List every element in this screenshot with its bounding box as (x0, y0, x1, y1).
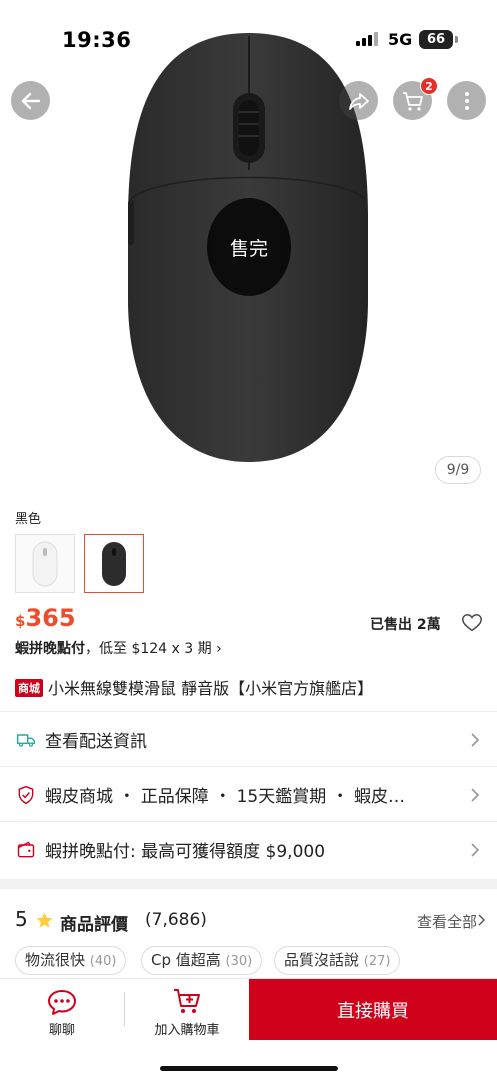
add-to-cart-label: 加入購物車 (154, 1023, 220, 1038)
add-to-cart-icon (174, 989, 200, 1013)
chevron-right-icon (471, 787, 480, 802)
sold-out-badge: 售完 (207, 198, 291, 296)
cart-button[interactable]: 2 (393, 77, 438, 120)
review-tag-count: (30) (225, 954, 253, 969)
battery-icon: 66 (419, 30, 453, 49)
black-mouse-thumb (102, 541, 126, 586)
status-time: 19:36 (62, 28, 132, 52)
chevron-right-icon (471, 732, 480, 747)
variant-option-black[interactable] (84, 534, 144, 593)
section-divider (0, 879, 497, 889)
back-arrow-icon (21, 92, 40, 109)
star-icon (36, 912, 53, 928)
variant-label: 黑色 (15, 512, 42, 527)
price-currency: $ (15, 612, 26, 630)
share-button[interactable] (339, 81, 378, 120)
review-tag-count: (27) (363, 954, 391, 969)
installment-link[interactable]: 蝦拼晚點付，低至 $124 x 3 期 › (15, 638, 222, 658)
review-tag-label: 品質沒話說 (284, 951, 360, 969)
chat-icon (48, 990, 76, 1015)
paylater-info-text: 蝦拼晚點付: 最高可獲得額度 $9,000 (45, 842, 326, 862)
home-indicator (160, 1066, 338, 1071)
price-amount: 365 (25, 604, 76, 632)
guarantee-info-text: 蝦皮商城 ・ 正品保障 ・ 15天鑑賞期 ・ 蝦皮… (45, 787, 406, 807)
battery-cap (455, 36, 458, 43)
rating-title: 商品評價 (60, 915, 128, 935)
shipping-info-row[interactable]: 查看配送資訊 (0, 711, 497, 767)
product-title-row: 商城 小米無線雙模滑鼠 靜音版【小米官方旗艦店】 (15, 675, 485, 699)
heart-icon[interactable] (461, 612, 483, 634)
back-button[interactable] (11, 81, 50, 120)
cart-count-badge: 2 (420, 77, 438, 95)
network-label: 5G (388, 30, 413, 49)
rating-count: (7,686) (145, 910, 207, 930)
add-to-cart-button[interactable]: 加入購物車 (125, 979, 249, 1041)
cart-icon (402, 91, 423, 111)
variant-option-white[interactable] (15, 534, 75, 593)
review-tag[interactable]: Cp 值超高 (30) (141, 946, 263, 975)
buy-now-button[interactable]: 直接購買 (249, 979, 497, 1040)
image-counter: 9/9 (435, 456, 481, 484)
product-title: 小米無線雙模滑鼠 靜音版【小米官方旗艦店】 (48, 679, 374, 698)
truck-icon (16, 733, 36, 747)
white-mouse-thumb (32, 541, 58, 586)
share-icon (348, 92, 369, 110)
sold-count: 已售出 2萬 (370, 617, 441, 633)
installment-arrow: › (216, 641, 222, 657)
more-icon (464, 91, 469, 110)
signal-icon (356, 32, 380, 46)
chat-label: 聊聊 (48, 1023, 75, 1038)
view-all-reviews-link[interactable]: 查看全部 (417, 911, 477, 932)
shipping-info-text: 查看配送資訊 (45, 732, 147, 752)
chevron-right-icon (478, 914, 485, 926)
review-tag[interactable]: 物流很快 (40) (15, 946, 127, 975)
chat-button[interactable]: 聊聊 (0, 979, 124, 1041)
installment-label: 蝦拼晚點付 (15, 641, 85, 657)
guarantee-info-row[interactable]: 蝦皮商城 ・ 正品保障 ・ 15天鑑賞期 ・ 蝦皮… (0, 766, 497, 822)
review-tag-count: (40) (89, 954, 117, 969)
bottom-action-bar: 聊聊 加入購物車 直接購買 (0, 978, 497, 1080)
product-price: $365 (15, 604, 76, 632)
review-tag-label: Cp 值超高 (151, 951, 221, 969)
chevron-right-icon (471, 842, 480, 857)
review-tag-label: 物流很快 (25, 951, 86, 969)
rating-header: 5 商品評價 (7,686) 查看全部 (15, 907, 485, 937)
wallet-icon (17, 841, 35, 857)
rating-score: 5 (15, 907, 28, 931)
status-bar: 19:36 5G 66 (0, 0, 497, 70)
review-tag[interactable]: 品質沒話說 (27) (274, 946, 401, 975)
shield-icon (18, 785, 34, 804)
paylater-info-row[interactable]: 蝦拼晚點付: 最高可獲得額度 $9,000 (0, 821, 497, 877)
more-button[interactable] (447, 81, 486, 120)
mall-badge: 商城 (15, 679, 43, 697)
product-image-carousel[interactable]: 19:36 5G 66 2 售完 9/9 (0, 0, 497, 497)
installment-text: ，低至 $124 x 3 期 (85, 641, 212, 657)
